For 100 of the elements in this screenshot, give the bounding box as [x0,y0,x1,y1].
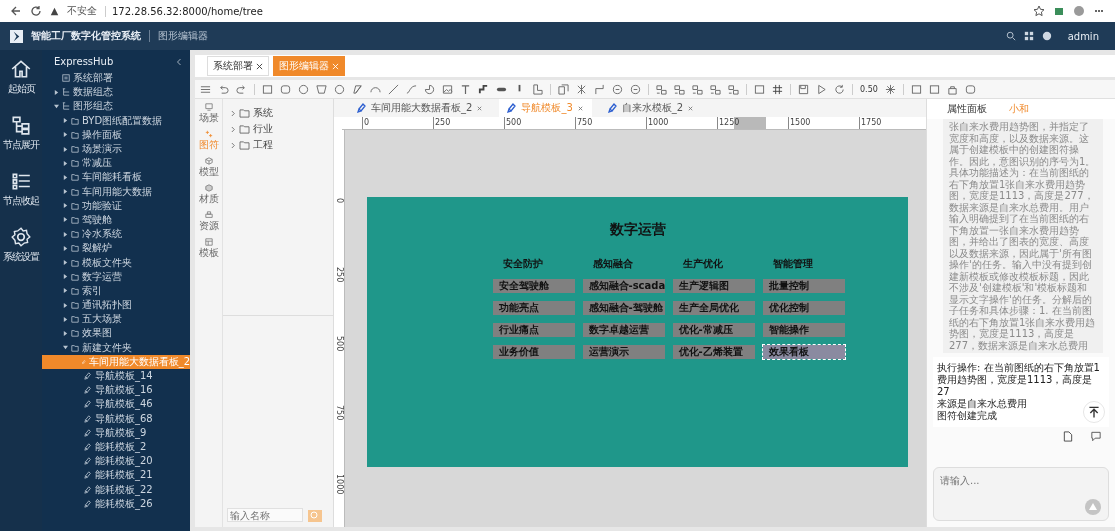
refresh-icon[interactable] [834,83,845,95]
document-tab[interactable]: 车间用能大数据看板_2 [349,99,492,117]
collapse-icon[interactable] [176,57,182,66]
tree-item[interactable]: 操作面板 [42,127,190,142]
zoom-value[interactable]: 0.50 [860,84,878,94]
caret-right-icon[interactable] [63,302,68,308]
side-tab[interactable]: 材质 [198,184,219,206]
side-tab[interactable]: 模型 [198,157,219,179]
tree-item[interactable]: 导航模板_14 [42,368,190,384]
board-item[interactable]: 生产全局优化 [672,301,755,315]
caret-down-icon[interactable] [54,103,59,109]
tree-item[interactable]: 能耗模板_21 [42,468,190,483]
board-item[interactable]: 功能亮点 [492,301,575,315]
rectangle-icon[interactable] [262,83,273,95]
scroll-top-icon[interactable] [1083,401,1105,423]
tree-item[interactable]: 车间能耗看板 [42,170,190,185]
play-icon[interactable] [816,83,827,95]
tree-item[interactable]: 能耗模板_26 [42,496,190,511]
board-item[interactable]: 行业痛点 [492,323,575,337]
back-icon[interactable] [10,5,22,17]
tree-item[interactable]: 导航模板_46 [42,397,190,412]
comment-icon[interactable] [1091,431,1101,442]
redo-icon[interactable] [236,83,247,95]
pipe-icon[interactable] [478,83,489,95]
caret-right-icon[interactable] [63,217,68,223]
tree-item[interactable]: 数据组态 [42,85,190,100]
document-tab[interactable]: 自来水模板_2 [599,99,703,117]
line-icon[interactable] [388,83,399,95]
caret-right-icon[interactable] [63,288,68,294]
tree-item[interactable]: 驾驶舱 [42,212,190,228]
ellipse-icon[interactable] [334,83,345,95]
caret-right-icon[interactable] [63,118,68,124]
caret-right-icon[interactable] [63,316,68,322]
board-item[interactable]: 感知融合-驾驶舱 [582,301,665,315]
rail-button[interactable]: 起始页 [7,58,35,96]
tree-item[interactable]: 裂解炉 [42,241,190,256]
close-icon[interactable] [576,104,584,112]
close-icon[interactable] [256,62,263,70]
rail-button[interactable]: 节点收起 [3,170,39,208]
tree-item[interactable]: 功能验证 [42,198,190,213]
caret-right-icon[interactable] [54,89,59,95]
library-folder[interactable]: 行业 [223,121,333,137]
board-item[interactable]: 优化-乙烯装置 [672,345,755,359]
polygon-icon[interactable] [352,83,363,95]
text-icon[interactable] [460,83,471,95]
side-tab[interactable]: 模板 [198,238,219,260]
step-icon[interactable] [532,83,543,95]
library-folder[interactable]: 工程 [223,137,333,153]
trapezoid-icon[interactable] [316,83,327,95]
circle-icon[interactable] [298,83,309,95]
board-item[interactable]: 安全驾驶舱 [492,279,575,293]
tree-item[interactable]: 五大场景 [42,312,190,327]
board-item[interactable]: 运营演示 [582,345,665,359]
tree-item[interactable]: 数字运营 [42,269,190,284]
zoom-out-icon[interactable] [630,83,641,95]
help-icon[interactable] [1041,31,1052,41]
caret-right-icon[interactable] [63,132,68,138]
curve-icon[interactable] [406,83,417,95]
menu-icon[interactable] [200,83,211,95]
board-item[interactable]: 生产逻辑图 [672,279,755,293]
board-item[interactable]: 效果看板 [762,345,845,359]
panel-icon[interactable] [964,83,976,95]
scissors-icon[interactable] [576,83,587,95]
tree-item[interactable]: 导航模板_16 [42,383,190,398]
rounded-rectangle-icon[interactable] [280,83,291,95]
pie-icon[interactable] [424,83,435,95]
reload-icon[interactable] [30,5,42,17]
connector-icon[interactable] [594,83,605,95]
caret-right-icon[interactable] [63,231,68,237]
caret-right-icon[interactable] [63,330,68,336]
caret-right-icon[interactable] [63,203,68,209]
caret-right-icon[interactable] [63,189,68,195]
panel-tab[interactable]: 属性面板 [947,102,987,116]
tree-item[interactable]: 通讯拓扑图 [42,298,190,313]
caret-right-icon[interactable] [63,245,68,251]
tree-item[interactable]: 常减压 [42,156,190,171]
caret-right-icon[interactable] [63,174,68,180]
caret-right-icon[interactable] [63,260,68,266]
board-item[interactable]: 优化-常减压 [672,323,755,337]
rail-button[interactable]: 节点展开 [3,114,39,152]
board-item[interactable]: 数字卓越运营 [582,323,665,337]
tree-item[interactable]: 车间用能大数据 [42,184,190,199]
address-field[interactable]: 172.28.56.32:8000/home/tree [105,5,263,17]
document-icon[interactable] [1063,431,1073,442]
tree-item[interactable]: 效果图 [42,326,190,341]
caret-right-icon[interactable] [63,160,68,166]
tree-item[interactable]: 场景演示 [42,141,190,157]
star-icon[interactable] [1033,5,1045,17]
profile-icon[interactable] [1073,5,1085,17]
square-icon[interactable] [910,83,922,95]
board-item[interactable]: 批量控制 [762,279,845,293]
tree-item[interactable]: 新建文件夹 [42,340,190,355]
hash-icon[interactable] [772,83,783,95]
tree-item[interactable]: 导航模板_68 [42,411,190,426]
user-name[interactable]: admin [1067,30,1099,42]
square-icon[interactable] [928,83,940,95]
sun-icon[interactable] [884,83,896,95]
caret-right-icon[interactable] [63,146,68,152]
search-icon[interactable] [1005,31,1016,41]
extension-icon[interactable] [1053,5,1065,17]
